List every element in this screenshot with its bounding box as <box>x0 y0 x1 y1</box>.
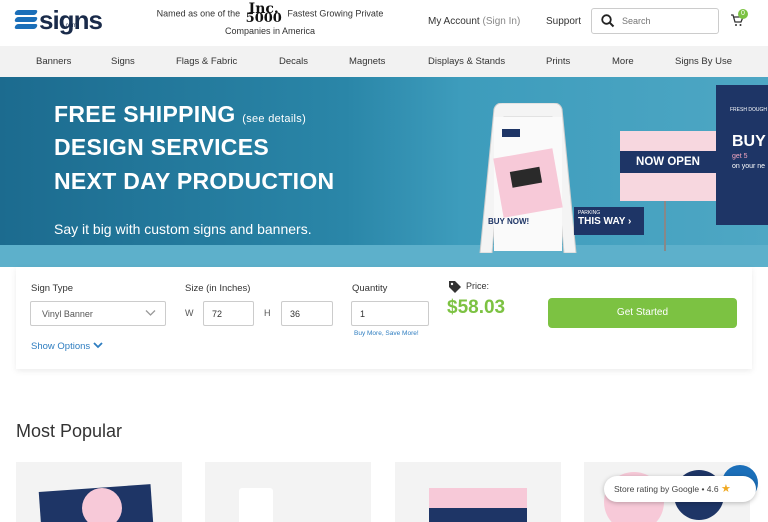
top-header: signs .com Named as one of the Inc. 5000 … <box>0 0 768 46</box>
product-banner-graphic <box>82 488 122 522</box>
banner-get: get 5 <box>732 153 748 160</box>
hero-line1: FREE SHIPPING <box>54 101 236 127</box>
width-input[interactable]: 72 <box>203 301 254 326</box>
signs-logo[interactable]: signs <box>13 7 103 33</box>
inc5000-badge: Named as one of the Inc. 5000 Fastest Gro… <box>150 2 390 38</box>
price-tag-icon <box>449 281 461 293</box>
hero-tagline: Say it big with custom signs and banners… <box>54 221 312 237</box>
my-account-link[interactable]: My Account (Sign In) <box>428 16 520 27</box>
hero-floor <box>0 245 768 267</box>
main-nav: Banners Signs Flags & Fabric Decals Magn… <box>0 46 768 77</box>
this-way-text: THIS WAY › <box>578 216 632 227</box>
price-label: Price: <box>466 281 490 291</box>
hero-line-next-day: NEXT DAY PRODUCTION <box>54 168 335 194</box>
now-open-text: NOW OPEN <box>620 151 716 173</box>
logo-subtext: .com <box>64 23 78 29</box>
support-link[interactable]: Support <box>546 16 581 27</box>
signin-label: (Sign In) <box>482 16 521 27</box>
nav-item-flags-fabric[interactable]: Flags & Fabric <box>176 56 237 67</box>
see-details-link[interactable]: (see details) <box>242 113 306 125</box>
inc-logo-bottom: 5000 <box>245 11 282 26</box>
sign-type-label: Sign Type <box>31 283 74 294</box>
nav-item-signs-by-use[interactable]: Signs By Use <box>675 56 732 67</box>
chevron-down-icon <box>145 310 156 316</box>
quick-quote-panel: Sign Type Vinyl Banner Size (in Inches) … <box>16 267 752 369</box>
search-input[interactable] <box>622 13 712 29</box>
product-card[interactable] <box>205 462 371 522</box>
nav-item-prints[interactable]: Prints <box>546 56 570 67</box>
nav-item-decals[interactable]: Decals <box>279 56 308 67</box>
rating-value: 4.6 <box>706 484 719 494</box>
banner-buy: BUY <box>732 133 766 150</box>
product-stand-image <box>239 488 273 522</box>
chevron-down-icon <box>93 342 103 349</box>
banner-fresh-dough: FRESH DOUGH <box>730 107 767 113</box>
inc-logo: Inc. 5000 <box>245 2 282 26</box>
sign-post <box>664 201 666 251</box>
now-open-sign-image: NOW OPEN <box>620 131 716 201</box>
search-icon[interactable] <box>601 14 615 28</box>
this-way-sign-image: PARKING THIS WAY › <box>574 207 644 235</box>
nav-item-signs[interactable]: Signs <box>111 56 135 67</box>
inc-suffix: Fastest Growing Private <box>287 8 384 19</box>
show-options-toggle[interactable]: Show Options <box>31 341 103 352</box>
price-value: $58.03 <box>447 297 506 318</box>
hero-line-design-services: DESIGN SERVICES <box>54 134 269 160</box>
rating-label: Store rating by Google <box>614 484 700 494</box>
product-card[interactable] <box>16 462 182 522</box>
hero-line-free-shipping: FREE SHIPPING (see details) <box>54 101 306 128</box>
nav-item-more[interactable]: More <box>612 56 634 67</box>
account-label: My Account <box>428 16 480 27</box>
width-label: W <box>185 308 194 318</box>
product-sign-band <box>429 508 527 522</box>
cart-count-badge: 0 <box>738 9 748 19</box>
cart-button[interactable]: 0 <box>730 9 748 32</box>
nav-item-banners[interactable]: Banners <box>36 56 71 67</box>
most-popular-heading: Most Popular <box>16 421 123 441</box>
product-card[interactable] <box>395 462 561 522</box>
height-label: H <box>264 308 271 318</box>
a-frame-sign-image <box>479 103 577 253</box>
height-input[interactable]: 36 <box>281 301 333 326</box>
buy-more-link[interactable]: Buy More, Save More! <box>354 330 419 337</box>
sign-type-value: Vinyl Banner <box>42 309 93 319</box>
hero-banner[interactable]: FREE SHIPPING (see details) DESIGN SERVI… <box>0 77 768 267</box>
right-banner-image: FRESH DOUGH BUY get 5 on your ne <box>716 85 768 225</box>
search-box[interactable] <box>591 8 719 34</box>
rating-separator: • <box>701 484 705 494</box>
nav-item-displays-stands[interactable]: Displays & Stands <box>428 56 505 67</box>
show-options-label: Show Options <box>31 341 91 352</box>
inc-line2: Companies in America <box>224 26 316 36</box>
size-label: Size (in Inches) <box>185 283 251 294</box>
quantity-label: Quantity <box>352 283 388 294</box>
star-icon: ★ <box>721 483 731 495</box>
google-rating-badge[interactable]: Store rating by Google • 4.6 ★ <box>604 476 756 502</box>
quantity-input[interactable]: 1 <box>351 301 429 326</box>
nav-item-magnets[interactable]: Magnets <box>349 56 385 67</box>
sign-buy-now: BUY NOW! <box>488 217 530 226</box>
banner-on-your: on your ne <box>732 163 766 170</box>
inc-prefix: Named as one of the <box>156 8 241 19</box>
get-started-button[interactable]: Get Started <box>548 298 737 328</box>
sign-type-select[interactable]: Vinyl Banner <box>30 301 166 326</box>
logo-mark-icon <box>13 8 39 30</box>
